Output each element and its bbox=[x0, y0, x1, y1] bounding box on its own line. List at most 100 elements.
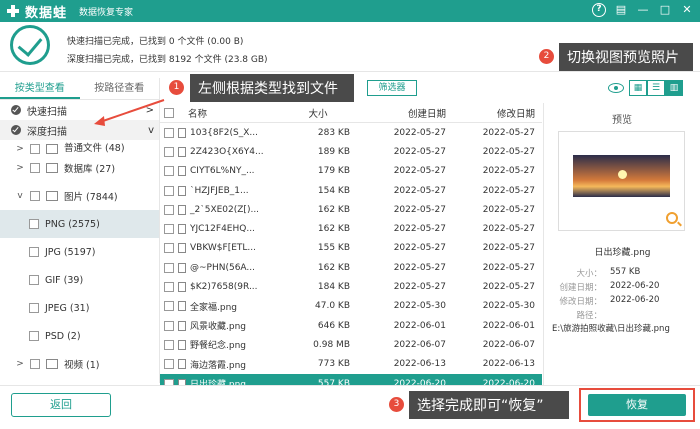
table-row[interactable]: @~PHN(56A... 162 KB 2022-05-27 2022-05-27 bbox=[160, 258, 542, 277]
checkbox[interactable] bbox=[30, 359, 40, 369]
tree-item-video[interactable]: > 视频 (1) bbox=[0, 350, 159, 378]
table-row[interactable]: $K2)7658(9R... 184 KB 2022-05-27 2022-05-27 bbox=[160, 277, 542, 296]
row-checkbox[interactable] bbox=[164, 204, 174, 215]
tree-item-images[interactable]: v 图片 (7844) bbox=[0, 182, 159, 210]
close-button[interactable]: ✕ bbox=[680, 3, 694, 17]
file-name: 全家福.png bbox=[190, 302, 237, 313]
file-created: 2022-05-27 bbox=[393, 127, 446, 138]
table-row[interactable]: 103{8F2(S_X... 283 KB 2022-05-27 2022-05-27 bbox=[160, 123, 542, 142]
recover-button[interactable]: 恢复 bbox=[588, 394, 686, 416]
file-icon bbox=[178, 166, 186, 177]
check-dot-icon bbox=[11, 125, 21, 135]
back-button[interactable]: 返回 bbox=[11, 393, 111, 417]
tree-item-database[interactable]: > 数据库 (27) bbox=[0, 154, 159, 182]
grid-view-button[interactable]: ▦ bbox=[629, 80, 647, 96]
checkbox[interactable] bbox=[30, 144, 40, 154]
file-name: 2Z423O{X6Y4... bbox=[190, 146, 264, 157]
table-row[interactable]: 2Z423O{X6Y4... 189 KB 2022-05-27 2022-05-27 bbox=[160, 142, 542, 161]
row-checkbox[interactable] bbox=[164, 282, 174, 293]
file-modified: 2022-05-27 bbox=[482, 262, 535, 273]
tree-toggle-icon[interactable]: > bbox=[14, 359, 26, 369]
preview-path-row: E:\旅游拍照收藏\日出珍藏.png bbox=[552, 322, 670, 334]
row-checkbox[interactable] bbox=[164, 185, 174, 196]
tree-toggle-icon[interactable]: v bbox=[14, 191, 26, 201]
tree-item-normal-files[interactable]: > 普通文件 (48) bbox=[0, 140, 159, 154]
file-modified: 2022-05-27 bbox=[482, 282, 535, 293]
file-icon bbox=[178, 204, 186, 215]
checkbox[interactable] bbox=[30, 163, 40, 173]
file-size: 155 KB bbox=[317, 243, 350, 254]
row-checkbox[interactable] bbox=[164, 359, 174, 370]
row-checkbox[interactable] bbox=[164, 301, 174, 312]
column-name[interactable]: 名称 bbox=[178, 106, 286, 120]
column-size[interactable]: 大小 bbox=[286, 106, 350, 120]
preview-filename: 日出珍藏.png bbox=[594, 248, 651, 258]
magnifier-icon[interactable] bbox=[666, 212, 678, 224]
checkbox[interactable] bbox=[29, 303, 39, 313]
row-checkbox[interactable] bbox=[164, 320, 174, 331]
view-switcher: ▦ ☰ ▥ bbox=[629, 80, 683, 96]
table-row[interactable]: YJC12F4EHQ... 162 KB 2022-05-27 2022-05-27 bbox=[160, 219, 542, 238]
file-icon bbox=[178, 282, 186, 293]
tree-label: 图片 (7844) bbox=[64, 192, 118, 203]
step-badge-3: 3 bbox=[389, 397, 404, 412]
checkbox[interactable] bbox=[29, 219, 39, 229]
column-created[interactable]: 创建日期 bbox=[350, 106, 446, 120]
table-row[interactable]: `HZJFJEB_1... 154 KB 2022-05-27 2022-05-27 bbox=[160, 181, 542, 200]
checkbox[interactable] bbox=[30, 191, 40, 201]
tree-item-png[interactable]: PNG (2575) bbox=[0, 210, 159, 238]
file-icon bbox=[178, 320, 186, 331]
table-row[interactable]: CIYT6L%NY_... 179 KB 2022-05-27 2022-05-27 bbox=[160, 162, 542, 181]
checkbox[interactable] bbox=[29, 247, 39, 257]
file-created: 2022-05-27 bbox=[393, 224, 446, 235]
maximize-button[interactable]: □ bbox=[658, 3, 672, 17]
minimize-button[interactable]: — bbox=[636, 3, 650, 17]
preview-title: 预览 bbox=[612, 115, 632, 126]
table-row[interactable]: 野餐纪念.png 0.98 MB 2022-06-07 2022-06-07 bbox=[160, 335, 542, 354]
row-checkbox[interactable] bbox=[164, 339, 174, 350]
file-table: 名称 大小 创建日期 修改日期 103{8F2(S_X... 283 KB 2022… bbox=[160, 103, 542, 394]
help-icon[interactable]: ? bbox=[592, 3, 606, 17]
checkbox[interactable] bbox=[29, 331, 39, 341]
filter-button[interactable]: 筛选器 bbox=[367, 80, 417, 96]
column-modified[interactable]: 修改日期 bbox=[446, 106, 535, 120]
detail-view-button[interactable]: ▥ bbox=[665, 80, 683, 96]
tree-label: JPEG (31) bbox=[45, 302, 90, 314]
window-controls: ? ▤ — □ ✕ bbox=[592, 3, 694, 17]
row-checkbox[interactable] bbox=[164, 166, 174, 177]
table-row[interactable]: VBKW$F[ETL... 155 KB 2022-05-27 2022-05-27 bbox=[160, 239, 542, 258]
file-name: 103{8F2(S_X... bbox=[190, 127, 259, 138]
table-body: 103{8F2(S_X... 283 KB 2022-05-27 2022-05-27… bbox=[160, 123, 542, 394]
tree-item-gif[interactable]: GIF (39) bbox=[0, 266, 159, 294]
save-icon[interactable]: ▤ bbox=[614, 3, 628, 17]
file-modified: 2022-05-27 bbox=[482, 185, 535, 196]
row-checkbox[interactable] bbox=[164, 262, 174, 273]
row-checkbox[interactable] bbox=[164, 146, 174, 157]
table-row[interactable]: 风景收藏.png 646 KB 2022-06-01 2022-06-01 bbox=[160, 316, 542, 335]
app-name: 数据蛙 bbox=[25, 5, 68, 21]
size-value: 557 KB bbox=[610, 267, 641, 277]
table-row[interactable]: _2`5XE02(Z[)... 162 KB 2022-05-27 2022-05-2… bbox=[160, 200, 542, 219]
tree-toggle-icon[interactable]: > bbox=[14, 144, 26, 154]
table-row[interactable]: 海边落霞.png 773 KB 2022-06-13 2022-06-13 bbox=[160, 355, 542, 374]
file-size: 162 KB bbox=[317, 204, 350, 215]
table-row[interactable]: 全家福.png 47.0 KB 2022-05-30 2022-05-30 bbox=[160, 297, 542, 316]
row-checkbox[interactable] bbox=[164, 243, 174, 254]
file-modified: 2022-05-27 bbox=[482, 243, 535, 254]
file-icon bbox=[178, 224, 186, 235]
tab-by-type[interactable]: 按类型查看 bbox=[0, 78, 80, 99]
tree-item-jpeg[interactable]: JPEG (31) bbox=[0, 294, 159, 322]
eye-icon[interactable] bbox=[608, 83, 624, 93]
file-icon bbox=[178, 339, 186, 350]
checkbox[interactable] bbox=[29, 275, 39, 285]
row-checkbox[interactable] bbox=[164, 127, 174, 138]
tree-item-psd[interactable]: PSD (2) bbox=[0, 322, 159, 350]
list-view-button[interactable]: ☰ bbox=[647, 80, 665, 96]
preview-path-label-row: 路径： bbox=[558, 309, 610, 321]
select-all-checkbox[interactable] bbox=[164, 107, 174, 118]
row-checkbox[interactable] bbox=[164, 224, 174, 235]
file-name: CIYT6L%NY_... bbox=[190, 166, 255, 177]
tree-toggle-icon[interactable]: > bbox=[14, 163, 26, 173]
tree-item-jpg[interactable]: JPG (5197) bbox=[0, 238, 159, 266]
tree-label: PSD (2) bbox=[45, 330, 81, 342]
